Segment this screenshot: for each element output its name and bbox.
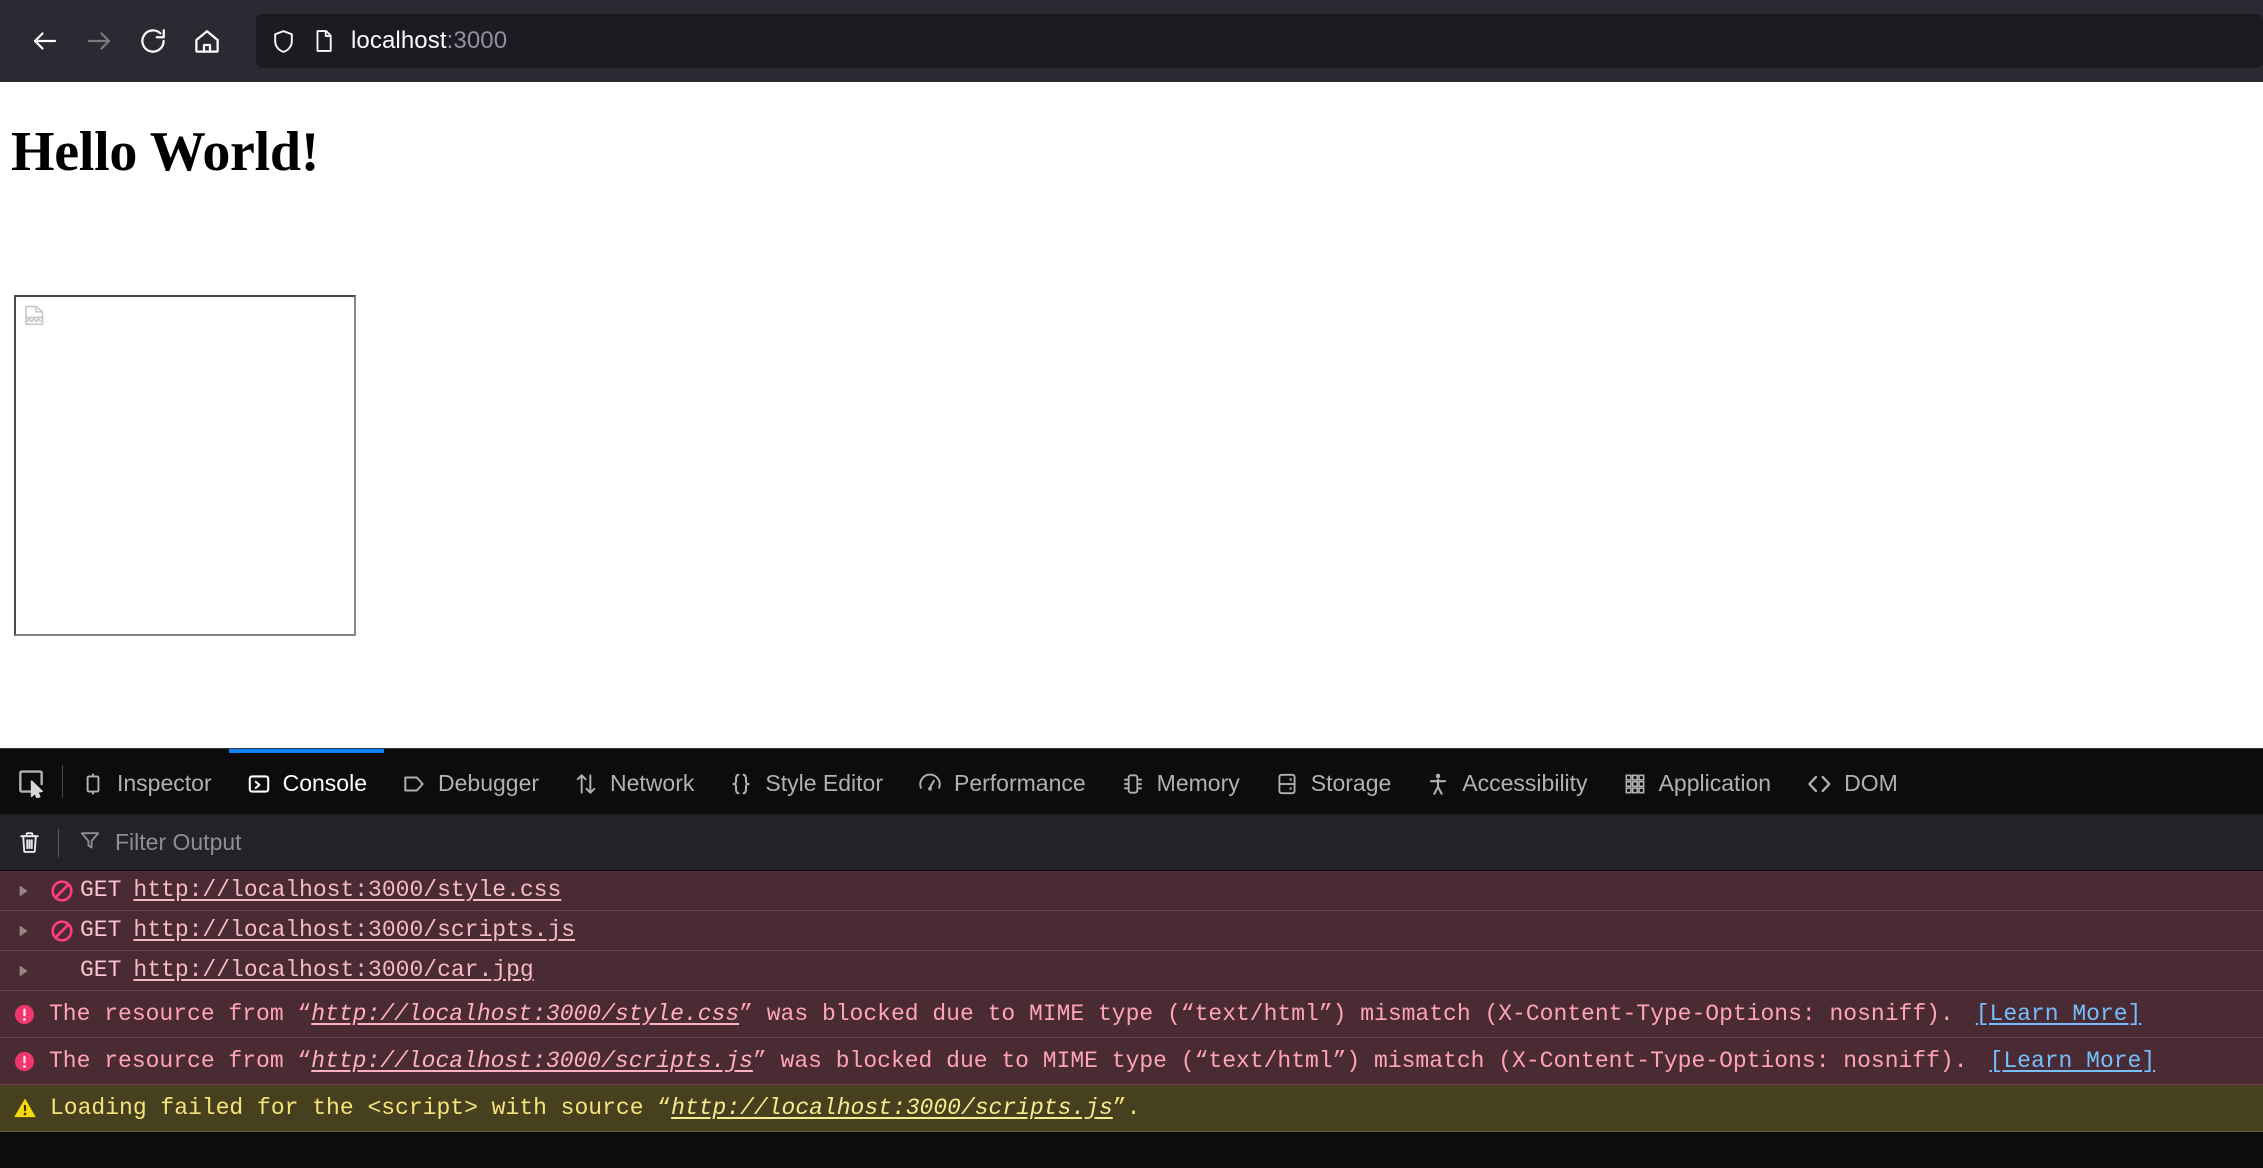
warning-prefix: Loading failed for the <script> with sou… [50, 1094, 672, 1121]
devtools-tabbar: Inspector Console Debugger Network Style… [0, 749, 2263, 815]
devtools-panel: Inspector Console Debugger Network Style… [0, 748, 2263, 1168]
blocked-circle-slash-icon [44, 878, 80, 904]
error-prefix: The resource from “ [49, 1047, 312, 1074]
tab-network[interactable]: Network [556, 749, 711, 814]
warning-message: Loading failed for the <script> with sou… [50, 1094, 1141, 1121]
tab-debugger-label: Debugger [438, 770, 540, 796]
url-host: localhost [351, 27, 447, 54]
console-error-row[interactable]: The resource from “http://localhost:3000… [0, 991, 2263, 1038]
tab-storage[interactable]: Storage [1257, 749, 1409, 814]
debugger-icon [401, 771, 427, 797]
error-url[interactable]: http://localhost:3000/scripts.js [311, 1048, 753, 1074]
request-url[interactable]: http://localhost:3000/car.jpg [133, 959, 533, 982]
error-prefix: The resource from “ [49, 1000, 312, 1027]
tab-network-label: Network [610, 770, 695, 796]
memory-chip-icon [1120, 771, 1146, 797]
application-grid-icon [1622, 771, 1648, 797]
request-url[interactable]: http://localhost:3000/style.css [133, 879, 561, 902]
console-network-row[interactable]: GET http://localhost:3000/car.jpg [0, 951, 2263, 991]
page-viewport: Hello World! [0, 82, 2263, 748]
error-url[interactable]: http://localhost:3000/style.css [311, 1001, 739, 1027]
gauge-icon [917, 771, 943, 797]
tab-accessibility[interactable]: Accessibility [1408, 749, 1604, 814]
error-suffix: ” was blocked due to MIME type (“text/ht… [739, 1000, 1954, 1027]
request-url[interactable]: http://localhost:3000/scripts.js [133, 919, 575, 942]
url-port: :3000 [446, 27, 508, 54]
page-document-icon[interactable] [311, 28, 337, 54]
error-exclamation-icon [12, 1002, 37, 1027]
console-error-row[interactable]: The resource from “http://localhost:3000… [0, 1038, 2263, 1085]
learn-more-link[interactable]: [Learn More] [1976, 1002, 2142, 1026]
learn-more-link[interactable]: [Learn More] [1990, 1049, 2156, 1073]
browser-toolbar: localhost:3000 [0, 0, 2263, 82]
address-bar[interactable]: localhost:3000 [256, 14, 2263, 68]
broken-image-icon [22, 303, 48, 329]
error-message: The resource from “http://localhost:3000… [49, 1000, 1954, 1027]
tab-application-label: Application [1658, 770, 1772, 796]
accessibility-person-icon [1425, 771, 1451, 797]
network-arrows-icon [573, 771, 599, 797]
url-text: localhost:3000 [351, 27, 507, 55]
tab-console[interactable]: Console [228, 749, 384, 814]
tab-storage-label: Storage [1310, 770, 1392, 796]
tab-dom-label: DOM [1844, 770, 1898, 796]
request-method: GET [80, 877, 122, 903]
tab-console-label: Console [282, 770, 367, 796]
dom-code-brackets-icon [1805, 770, 1833, 798]
page-title: Hello World! [11, 121, 320, 183]
tab-inspector-label: Inspector [117, 770, 212, 796]
trash-clear-icon[interactable] [0, 829, 58, 856]
error-exclamation-icon [12, 1049, 37, 1074]
shield-icon[interactable] [270, 28, 297, 55]
expand-triangle-icon[interactable] [14, 922, 44, 940]
back-button[interactable] [18, 14, 72, 68]
filter-input[interactable]: Filter Output [59, 828, 2263, 857]
tab-debugger[interactable]: Debugger [384, 749, 556, 814]
console-warning-row[interactable]: Loading failed for the <script> with sou… [0, 1085, 2263, 1132]
broken-image-placeholder[interactable] [14, 295, 356, 636]
tab-style-editor[interactable]: Style Editor [711, 749, 900, 814]
element-picker-icon[interactable] [0, 749, 62, 814]
tab-application[interactable]: Application [1605, 749, 1789, 814]
filter-placeholder: Filter Output [115, 829, 242, 855]
forward-button[interactable] [72, 14, 126, 68]
tab-dom[interactable]: DOM [1788, 749, 1915, 814]
reload-button[interactable] [126, 14, 180, 68]
console-network-row[interactable]: GET http://localhost:3000/style.css [0, 871, 2263, 911]
filter-funnel-icon [78, 828, 102, 857]
storage-database-icon [1274, 771, 1300, 797]
console-network-row[interactable]: GET http://localhost:3000/scripts.js [0, 911, 2263, 951]
console-chevron-icon [246, 771, 272, 797]
console-output[interactable]: GET http://localhost:3000/style.css GET … [0, 871, 2263, 1168]
blocked-circle-slash-icon [44, 918, 80, 944]
request-method: GET [80, 917, 122, 943]
tab-memory-label: Memory [1156, 770, 1240, 796]
braces-icon [728, 771, 754, 797]
expand-triangle-icon[interactable] [14, 882, 44, 900]
tab-inspector[interactable]: Inspector [63, 749, 229, 814]
tab-performance-label: Performance [954, 770, 1086, 796]
tab-accessibility-label: Accessibility [1462, 770, 1588, 796]
error-suffix: ” was blocked due to MIME type (“text/ht… [752, 1047, 1968, 1074]
expand-triangle-icon[interactable] [14, 962, 44, 980]
error-message: The resource from “http://localhost:3000… [49, 1047, 1968, 1074]
warning-triangle-icon [12, 1095, 38, 1121]
home-button[interactable] [180, 14, 234, 68]
tab-memory[interactable]: Memory [1103, 749, 1257, 814]
tab-performance[interactable]: Performance [900, 749, 1103, 814]
request-method: GET [80, 957, 122, 983]
warning-url[interactable]: http://localhost:3000/scripts.js [671, 1095, 1113, 1121]
console-filter-toolbar: Filter Output [0, 815, 2263, 871]
warning-suffix: ”. [1112, 1094, 1141, 1121]
inspector-icon [80, 771, 106, 797]
tab-style-editor-label: Style Editor [765, 770, 883, 796]
